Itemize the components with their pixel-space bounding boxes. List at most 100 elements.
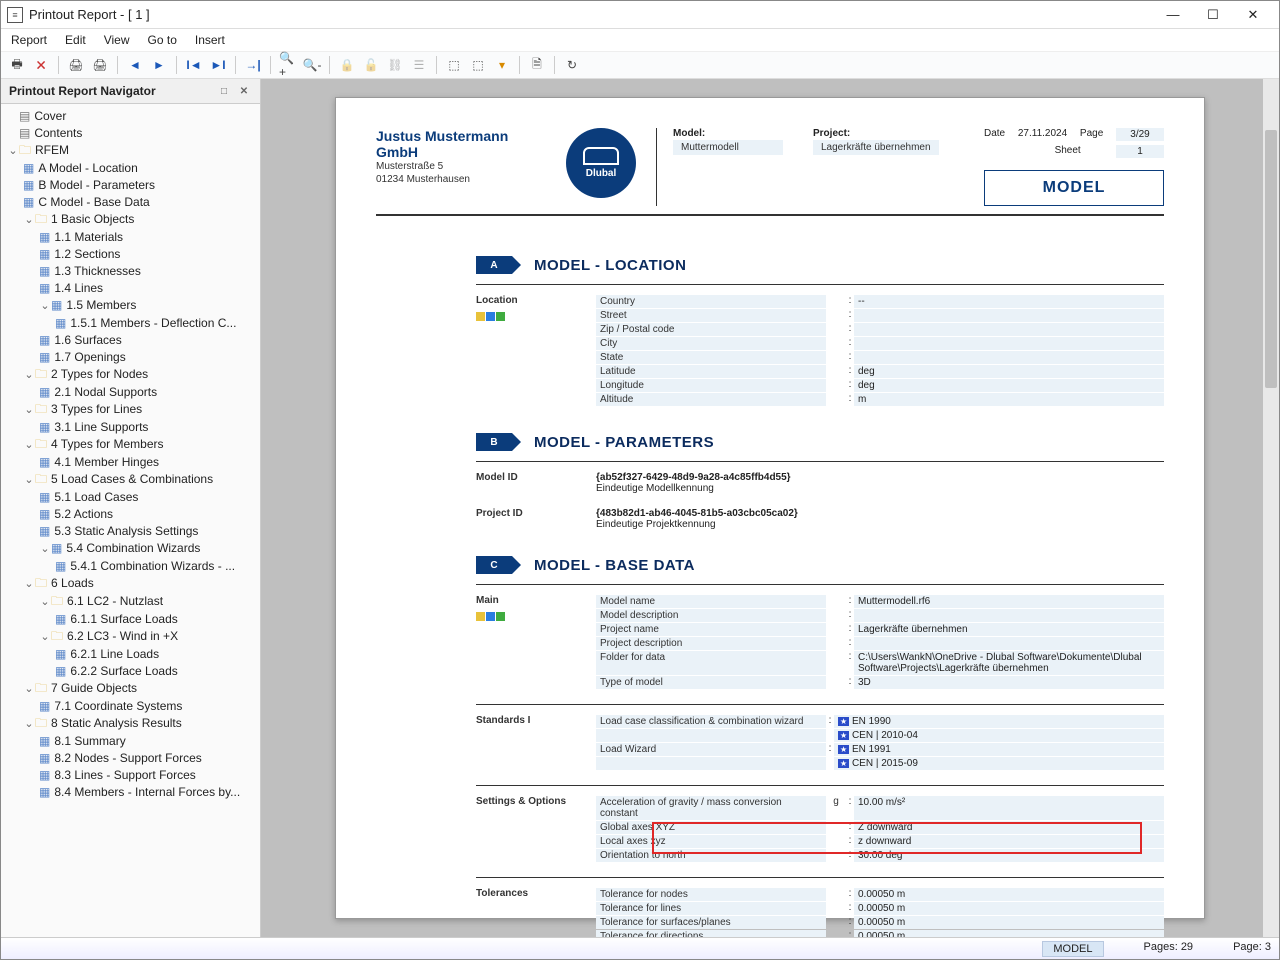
tree-61[interactable]: 6.1 LC2 - Nutzlast (67, 594, 163, 608)
preview-area[interactable]: Justus Mustermann GmbH Musterstraße 5 01… (261, 79, 1279, 937)
sec-b-projectid-label: Project ID (476, 508, 596, 530)
tree-52[interactable]: 5.2 Actions (54, 507, 113, 521)
zoom-in-icon[interactable]: 🔍+ (278, 55, 298, 75)
tree-62[interactable]: 6.2 LC3 - Wind in +X (67, 629, 178, 643)
print-icon[interactable]: 🖶 (7, 55, 27, 75)
printer2-icon[interactable]: 🖨 (90, 55, 110, 75)
tree-621[interactable]: 6.2.1 Line Loads (70, 647, 159, 661)
sidebar: Printout Report Navigator □ ✕ Cover Cont… (1, 79, 261, 937)
layout2-icon[interactable]: ⬚ (468, 55, 488, 75)
tree-622[interactable]: 6.2.2 Surface Loads (70, 664, 177, 678)
tree-82[interactable]: 8.2 Nodes - Support Forces (54, 751, 201, 765)
tree-54[interactable]: 5.4 Combination Wizards (66, 541, 200, 555)
list-icon[interactable]: ☰ (409, 55, 429, 75)
logo-icon: Dlubal (566, 128, 636, 198)
tree-81[interactable]: 8.1 Summary (54, 734, 125, 748)
kv-key: Country (596, 295, 826, 308)
tree-rfem[interactable]: RFEM (35, 143, 69, 157)
status-page-label: Page: (1233, 941, 1262, 953)
tree-16[interactable]: 1.6 Surfaces (54, 333, 121, 347)
refresh-icon[interactable]: ↻ (562, 55, 582, 75)
layout1-icon[interactable]: ⬚ (444, 55, 464, 75)
kv-key: Local axes xyz (596, 835, 826, 848)
tree-8[interactable]: 8 Static Analysis Results (51, 716, 182, 730)
tree-c[interactable]: C Model - Base Data (38, 195, 149, 209)
menu-report[interactable]: Report (11, 33, 47, 47)
printer-icon[interactable]: 🖨 (66, 55, 86, 75)
tree-31[interactable]: 3.1 Line Supports (54, 420, 148, 434)
sidebar-close-icon[interactable]: ✕ (236, 83, 252, 99)
sec-c-title: MODEL - BASE DATA (534, 557, 695, 574)
nav-next-icon[interactable]: ► (149, 55, 169, 75)
nav-first-icon[interactable]: I◄ (184, 55, 204, 75)
jump-icon[interactable]: →| (243, 55, 263, 75)
kv-key: Acceleration of gravity / mass conversio… (596, 796, 826, 820)
sheet-label: Sheet (1055, 145, 1081, 158)
kv-val (854, 323, 1164, 336)
kv-val: C:\Users\WankN\OneDrive - Dlubal Softwar… (854, 651, 1164, 675)
sidebar-header: Printout Report Navigator □ ✕ (1, 79, 260, 104)
sec-b-modelid-val: {ab52f327-6429-48d9-9a28-a4c85ffb4d55} (596, 472, 1164, 483)
report-page: Justus Mustermann GmbH Musterstraße 5 01… (335, 97, 1205, 919)
kv-val: Z downward (854, 821, 1164, 834)
print-cancel-icon[interactable]: 🗙 (31, 55, 51, 75)
tree-53[interactable]: 5.3 Static Analysis Settings (54, 524, 198, 538)
tree-21[interactable]: 2.1 Nodal Supports (54, 385, 157, 399)
preview-scrollbar[interactable] (1263, 79, 1279, 937)
zoom-out-icon[interactable]: 🔍- (302, 55, 322, 75)
tree-3[interactable]: 3 Types for Lines (51, 402, 142, 416)
tree-7[interactable]: 7 Guide Objects (51, 681, 137, 695)
kv-key: Folder for data (596, 651, 826, 675)
tree-2[interactable]: 2 Types for Nodes (51, 367, 148, 381)
status-model: MODEL (1042, 941, 1103, 957)
sidebar-pin-icon[interactable]: □ (216, 83, 232, 99)
menu-view[interactable]: View (104, 33, 130, 47)
maximize-button[interactable]: ☐ (1193, 2, 1233, 28)
minimize-button[interactable]: — (1153, 2, 1193, 28)
nav-prev-icon[interactable]: ◄ (125, 55, 145, 75)
tree-83[interactable]: 8.3 Lines - Support Forces (54, 768, 195, 782)
tree-13[interactable]: 1.3 Thicknesses (54, 264, 141, 278)
tree-contents[interactable]: Contents (34, 126, 82, 140)
tree-6[interactable]: 6 Loads (51, 576, 94, 590)
unlock-icon[interactable]: 🔓 (361, 55, 381, 75)
layout-color-icon[interactable]: ▾ (492, 55, 512, 75)
tree-5[interactable]: 5 Load Cases & Combinations (51, 472, 213, 486)
project-value: Lagerkräfte übernehmen (813, 140, 939, 155)
company-name: Justus Mustermann GmbH (376, 128, 546, 160)
tree-12[interactable]: 1.2 Sections (54, 247, 120, 261)
menu-edit[interactable]: Edit (65, 33, 86, 47)
tree-151[interactable]: 1.5.1 Members - Deflection C... (70, 316, 236, 330)
tree-4[interactable]: 4 Types for Members (51, 437, 164, 451)
tree-15[interactable]: 1.5 Members (66, 298, 136, 312)
kv-val: deg (854, 379, 1164, 392)
tree-17[interactable]: 1.7 Openings (54, 350, 125, 364)
lock-icon[interactable]: 🔒 (337, 55, 357, 75)
kv-key: Tolerance for directions (596, 930, 826, 937)
tree-cover[interactable]: Cover (34, 109, 66, 123)
tree-14[interactable]: 1.4 Lines (54, 281, 103, 295)
tree-71[interactable]: 7.1 Coordinate Systems (54, 699, 182, 713)
kv-key: Global axes XYZ (596, 821, 826, 834)
window-title: Printout Report - [ 1 ] (29, 7, 1153, 22)
sec-b-projectid-val: {483b82d1-ab46-4045-81b5-a03cbc05ca02} (596, 508, 1164, 519)
tree-541[interactable]: 5.4.1 Combination Wizards - ... (70, 559, 235, 573)
page-icon[interactable]: 🗎 (527, 55, 547, 75)
sec-a-block-label: Location (476, 295, 596, 306)
tree-84[interactable]: 8.4 Members - Internal Forces by... (54, 785, 240, 799)
close-button[interactable]: ✕ (1233, 2, 1273, 28)
tree-11[interactable]: 1.1 Materials (54, 230, 123, 244)
tree-41[interactable]: 4.1 Member Hinges (54, 455, 159, 469)
tree-b[interactable]: B Model - Parameters (38, 178, 155, 192)
tree-1[interactable]: 1 Basic Objects (51, 212, 134, 226)
menu-goto[interactable]: Go to (148, 33, 177, 47)
nav-last-icon[interactable]: ►I (208, 55, 228, 75)
navigator-tree[interactable]: Cover Contents ⌄RFEM A Model - Location … (1, 104, 260, 937)
tree-51[interactable]: 5.1 Load Cases (54, 490, 138, 504)
link-icon[interactable]: ⛓ (385, 55, 405, 75)
sec-c-letter: C (476, 556, 512, 574)
tree-a[interactable]: A Model - Location (38, 161, 137, 175)
tree-611[interactable]: 6.1.1 Surface Loads (70, 612, 177, 626)
menu-insert[interactable]: Insert (195, 33, 225, 47)
kv-val: Lagerkräfte übernehmen (854, 623, 1164, 636)
